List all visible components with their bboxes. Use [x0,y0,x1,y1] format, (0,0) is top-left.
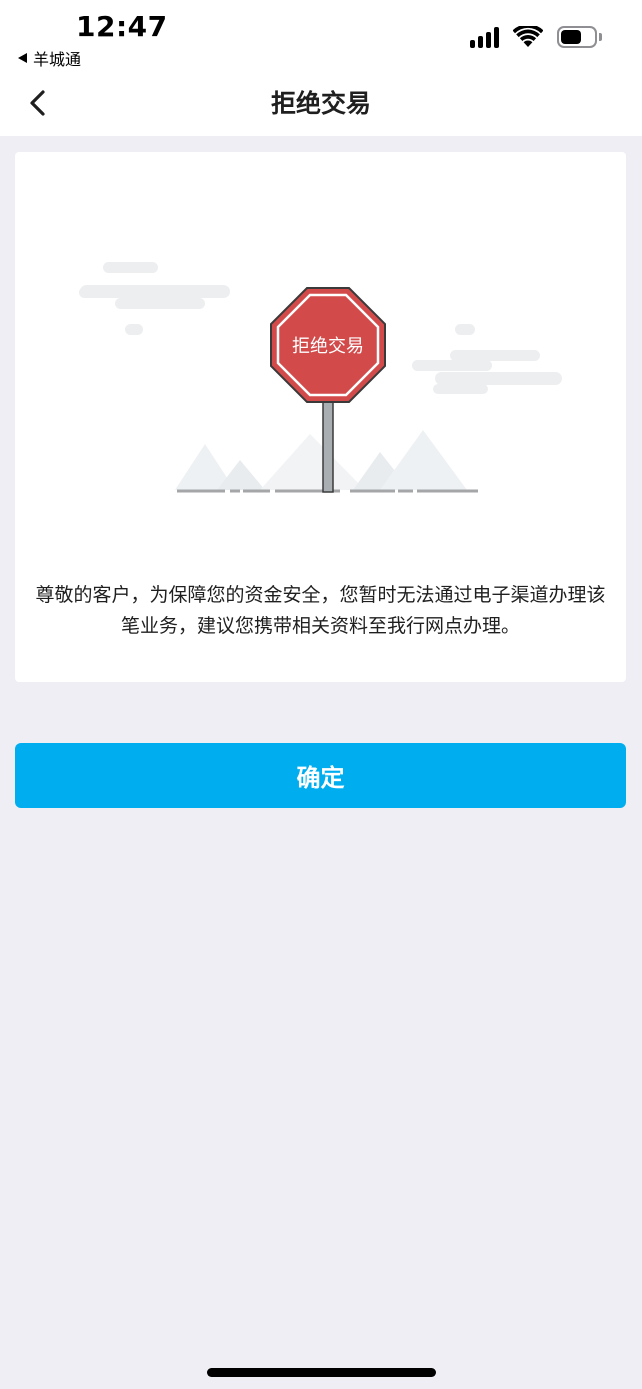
page-title: 拒绝交易 [270,89,371,118]
back-to-app-link[interactable]: 羊城通 [18,46,81,70]
battery-icon [557,26,597,48]
back-triangle-icon [18,53,27,63]
mountains [175,430,467,490]
top-bar: 12:47 羊城通 拒绝交易 [0,0,642,136]
cloud-right [412,324,562,394]
battery-tip [599,33,602,41]
rejection-message: 尊敬的客户，为保障您的资金安全，您暂时无法通过电子渠道办理该 笔业务，建议您携带… [25,580,616,642]
rejection-card: 拒绝交易 尊敬的客户，为保障您的资金安全，您暂时无法通过电子渠道办理该 笔业务，… [15,152,626,682]
cloud-left [79,262,230,335]
back-app-label: 羊城通 [33,50,82,69]
message-line-1: 尊敬的客户，为保障您的资金安全，您暂时无法通过电子渠道办理该 [35,584,606,606]
stop-sign-illustration: 拒绝交易 [79,262,562,493]
message-line-2: 笔业务，建议您携带相关资料至我行网点办理。 [120,615,520,637]
wifi-icon [513,26,543,47]
signal-icon [470,26,499,48]
home-indicator[interactable] [207,1368,436,1377]
sign-pole [322,391,334,493]
status-icons [470,26,602,48]
confirm-button[interactable]: 确定 [15,743,626,808]
status-time: 12:47 [76,10,168,43]
sign-text: 拒绝交易 [292,336,364,357]
